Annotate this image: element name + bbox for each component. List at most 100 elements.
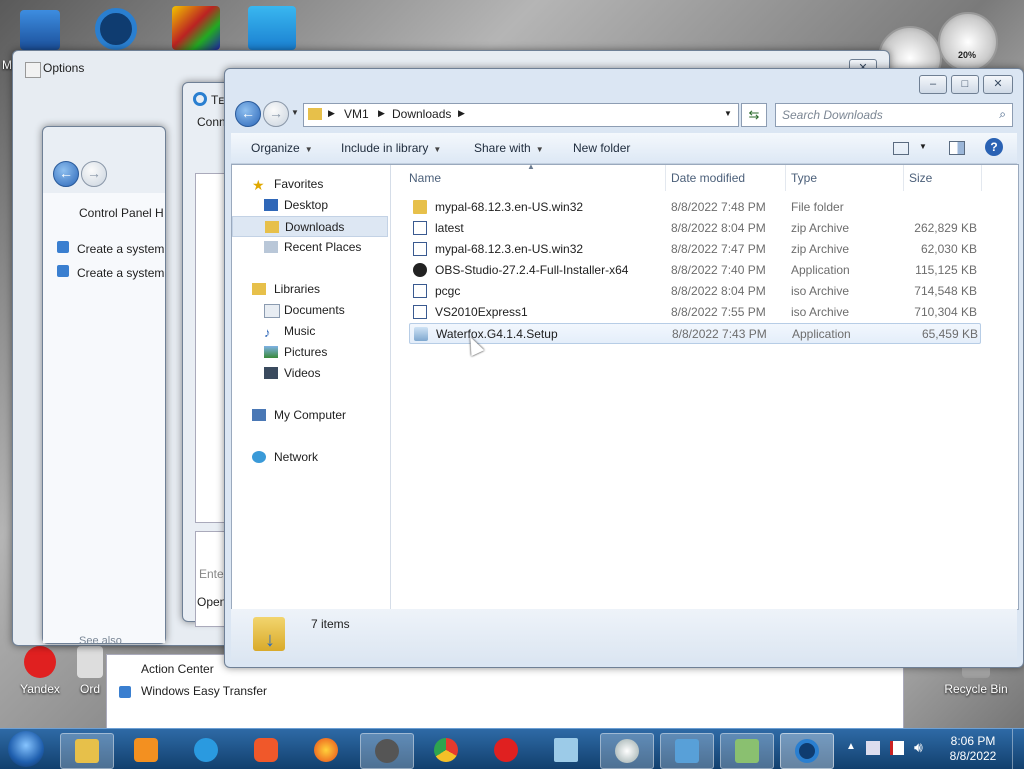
desktop-icon-yandex[interactable]: Yandex: [8, 646, 72, 696]
nav-network[interactable]: Network: [232, 447, 388, 468]
nav-music[interactable]: ♪ Music: [232, 321, 388, 342]
show-hidden-icons-icon[interactable]: ▲: [846, 741, 856, 752]
file-row[interactable]: VS2010Express1 8/8/2022 7:55 PM iso Archiv…: [409, 302, 981, 323]
refresh-button[interactable]: ⇆: [741, 103, 767, 127]
search-input[interactable]: Search Downloads ⌕: [775, 103, 1013, 127]
zip-icon: [413, 221, 427, 235]
maximize-button[interactable]: □: [951, 75, 979, 94]
nav-recent-places[interactable]: Recent Places: [232, 237, 388, 258]
nav-libraries[interactable]: Libraries: [232, 279, 388, 300]
videos-icon: [264, 367, 278, 379]
help-icon[interactable]: ?: [985, 138, 1003, 156]
file-row[interactable]: Waterfox.G4.1.4.Setup 8/8/2022 7:43 PM App…: [409, 323, 981, 344]
file-type: zip Archive: [791, 242, 850, 256]
taskbar-yandex[interactable]: [480, 733, 532, 767]
share-with-button[interactable]: Share with ▼: [474, 133, 544, 163]
control-panel-see-also: See also: [79, 635, 122, 647]
breadcrumb-downloads[interactable]: Downloads: [392, 107, 451, 121]
control-panel-window[interactable]: ← → Control Panel H Create a system Crea…: [42, 126, 166, 647]
control-panel-back-button[interactable]: ←: [53, 161, 79, 187]
forward-button[interactable]: →: [263, 101, 289, 127]
include-in-library-button[interactable]: Include in library ▼: [341, 133, 441, 163]
file-row[interactable]: mypal-68.12.3.en-US.win32 8/8/2022 7:47 P…: [409, 239, 981, 260]
taskbar-media-player[interactable]: [120, 733, 172, 767]
clock-time: 8:06 PM: [950, 734, 996, 748]
nav-favorites[interactable]: ★ Favorites: [232, 174, 388, 195]
nav-pictures[interactable]: Pictures: [232, 342, 388, 363]
background-window-2-icon: [193, 92, 207, 106]
column-header-size[interactable]: Size: [904, 165, 982, 191]
close-button[interactable]: ✕: [983, 75, 1013, 94]
breadcrumb-separator-icon: ▶: [328, 108, 335, 118]
new-folder-button[interactable]: New folder: [573, 133, 630, 163]
view-dropdown-icon[interactable]: ▼: [919, 142, 927, 151]
desktop-icon-ord[interactable]: Ord: [70, 646, 110, 696]
file-row[interactable]: pcgc 8/8/2022 8:04 PM iso Archive 714,548 K…: [409, 281, 981, 302]
action-center-flag-icon[interactable]: [890, 741, 904, 755]
nav-downloads[interactable]: Downloads: [232, 216, 388, 237]
recycle-bin-label: Recycle Bin: [944, 682, 1008, 696]
control-panel-link-2[interactable]: Create a system: [57, 265, 164, 280]
network-icon: [252, 451, 266, 463]
volume-icon[interactable]: 🔊︎: [914, 739, 923, 756]
organize-button[interactable]: Organize ▼: [251, 133, 313, 163]
taskbar-control-panel[interactable]: [660, 733, 714, 769]
taskbar-disc-app[interactable]: [600, 733, 654, 769]
pictures-icon: [264, 346, 278, 358]
address-dropdown-icon[interactable]: ▼: [724, 109, 732, 118]
taskbar-brave[interactable]: [240, 733, 292, 767]
taskbar-circle-app[interactable]: [780, 733, 834, 769]
control-panel-link-1[interactable]: Create a system: [57, 241, 164, 256]
background-window-2-open: Open: [197, 595, 227, 609]
nav-documents[interactable]: Documents: [232, 300, 388, 321]
nav-videos[interactable]: Videos: [232, 363, 388, 384]
taskbar-firefox[interactable]: [300, 733, 352, 767]
recent-pages-dropdown[interactable]: ▼: [291, 108, 299, 117]
file-row[interactable]: latest 8/8/2022 8:04 PM zip Archive 262,829…: [409, 218, 981, 239]
file-row[interactable]: OBS-Studio-27.2.4-Full-Installer-x64 8/8/…: [409, 260, 981, 281]
show-desktop-button[interactable]: [1012, 729, 1024, 769]
taskbar-notepad[interactable]: [540, 733, 592, 767]
nav-my-computer[interactable]: My Computer: [232, 405, 388, 426]
taskbar-waterfox[interactable]: [180, 733, 232, 767]
explorer-window[interactable]: – □ ✕ ← → ▼ ▶ VM1 ▶ Downloads ▶ ▼ ⇆ Sear…: [224, 68, 1024, 668]
taskbar-chrome[interactable]: [420, 733, 472, 767]
start-button[interactable]: [8, 731, 44, 767]
file-type: zip Archive: [791, 221, 850, 235]
control-panel-forward-button[interactable]: →: [81, 161, 107, 187]
minimize-button[interactable]: –: [919, 75, 947, 94]
column-header-date-modified[interactable]: Date modified: [666, 165, 786, 191]
search-icon[interactable]: ⌕: [999, 107, 1006, 122]
column-header-name[interactable]: Name: [404, 165, 666, 191]
desktop-icon-computer[interactable]: [8, 10, 72, 54]
address-bar[interactable]: ▶ VM1 ▶ Downloads ▶ ▼: [303, 103, 739, 127]
preview-pane-icon[interactable]: [949, 141, 965, 155]
installer-icon: [414, 327, 428, 341]
taskbar-installer[interactable]: [720, 733, 774, 769]
taskbar-explorer[interactable]: [60, 733, 114, 769]
windows-easy-transfer-item[interactable]: Windows Easy Transfer: [119, 684, 267, 698]
column-header-type[interactable]: Type: [786, 165, 904, 191]
network-tray-icon[interactable]: [866, 741, 880, 755]
file-size: 262,829 KB: [914, 221, 977, 235]
clock[interactable]: 8:06 PM 8/8/2022: [940, 734, 1006, 764]
desktop-icon-windows[interactable]: [240, 6, 304, 54]
file-date-modified: 8/8/2022 7:55 PM: [671, 305, 766, 319]
gadget-meter[interactable]: 20%: [878, 12, 998, 90]
desktop-icon-game[interactable]: [164, 6, 228, 54]
action-center-item[interactable]: Action Center: [141, 662, 214, 676]
file-row[interactable]: mypal-68.12.3.en-US.win32 8/8/2022 7:48 P…: [409, 197, 981, 218]
view-options-icon[interactable]: [893, 142, 909, 155]
file-date-modified: 8/8/2022 8:04 PM: [671, 284, 766, 298]
breadcrumb-vm1[interactable]: VM1: [344, 107, 369, 121]
nav-desktop[interactable]: Desktop: [232, 195, 388, 216]
desktop-icon-app-circle[interactable]: [84, 8, 148, 54]
taskbar-raccoon-app[interactable]: [360, 733, 414, 769]
back-button[interactable]: ←: [235, 101, 261, 127]
explorer-body: ★ Favorites Desktop Downloads Recent Pla…: [231, 162, 1019, 610]
iso-icon: [413, 284, 427, 298]
chevron-down-icon: ▼: [433, 145, 442, 154]
music-icon: ♪: [264, 325, 271, 340]
options-title: Options: [43, 61, 85, 75]
sort-arrow-icon: ▲: [527, 162, 535, 171]
